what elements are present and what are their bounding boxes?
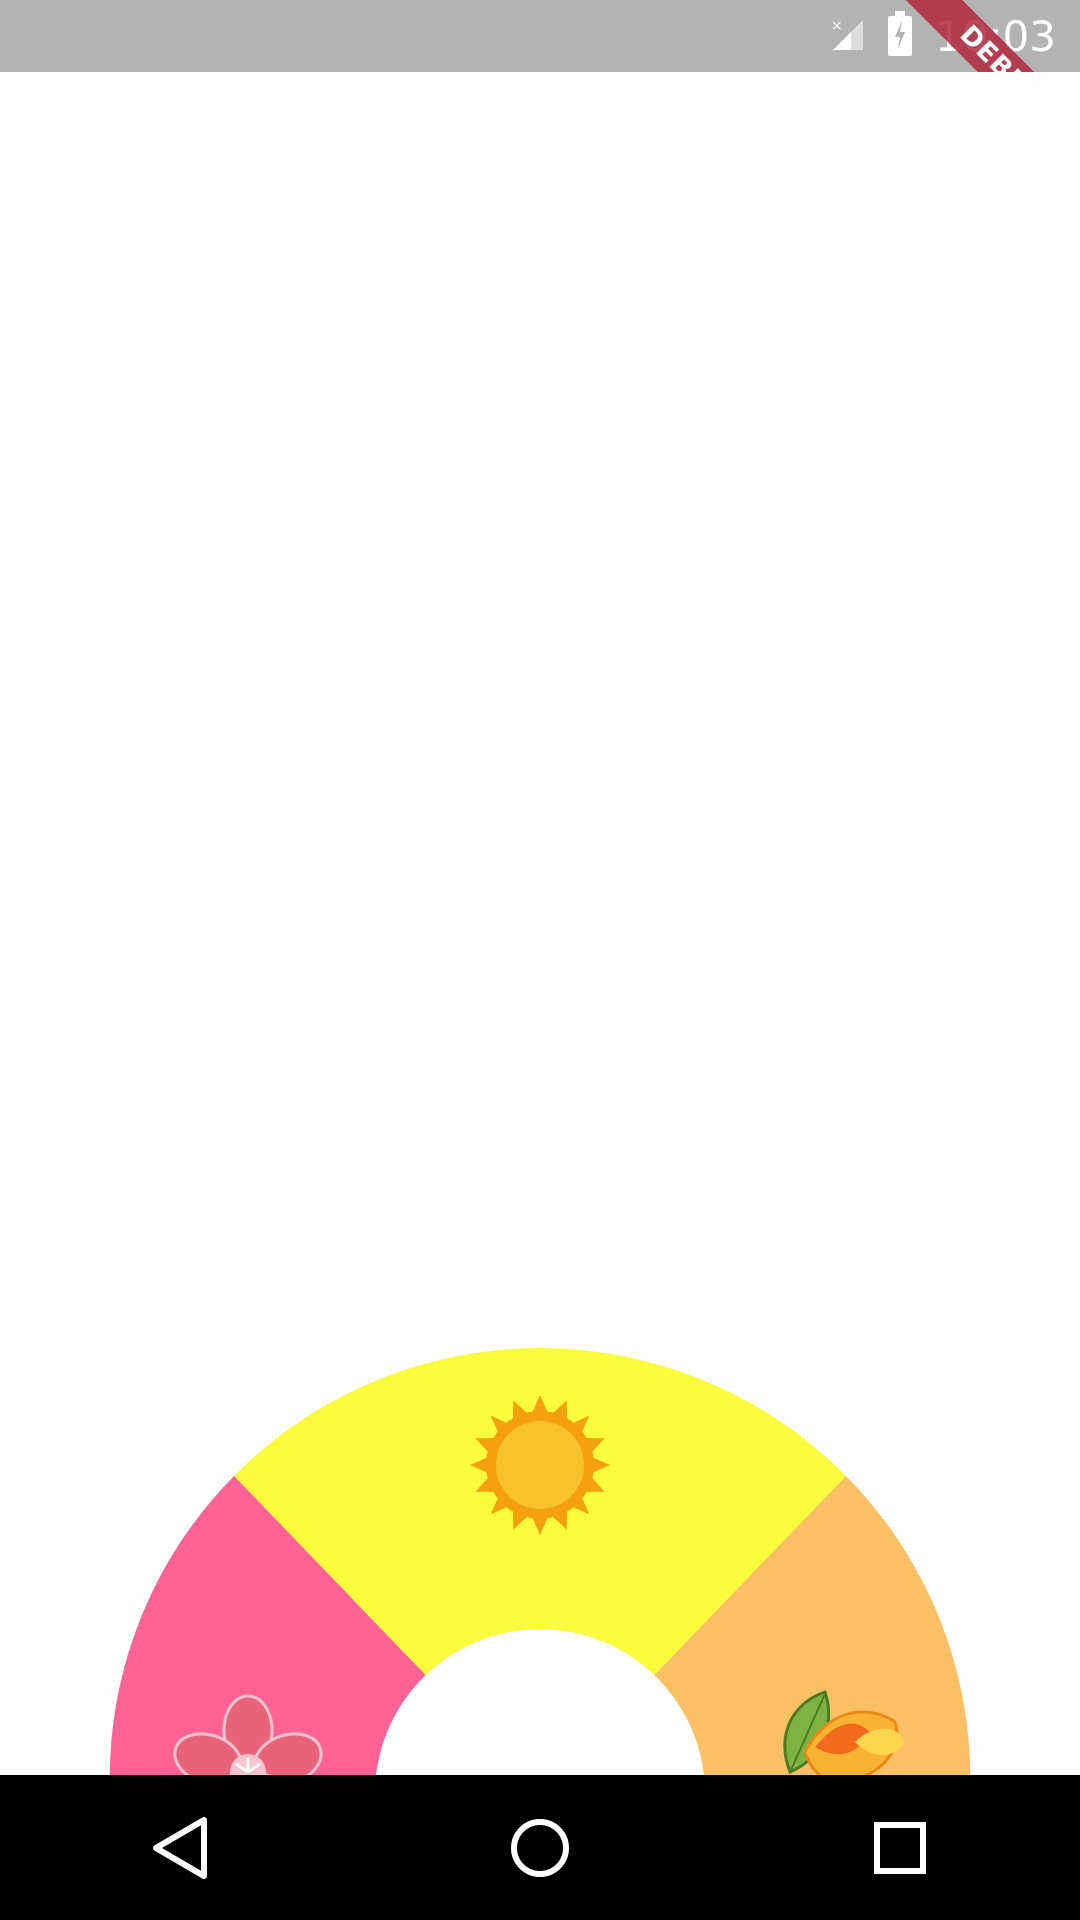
signal-off-icon: × [829, 16, 865, 56]
svg-text:×: × [831, 18, 843, 34]
battery-charging-icon [887, 11, 913, 61]
navigation-bar [0, 1775, 1080, 1920]
back-icon [153, 1816, 207, 1879]
sun-icon [470, 1395, 610, 1535]
back-button[interactable] [100, 1788, 260, 1908]
home-icon [511, 1818, 569, 1877]
status-bar: × 10:03 [0, 0, 1080, 72]
status-clock: 10:03 [934, 11, 1056, 61]
recents-icon [874, 1821, 926, 1874]
status-icons: × 10:03 [829, 8, 1056, 64]
recents-button[interactable] [820, 1788, 980, 1908]
season-wheel[interactable] [0, 72, 1080, 1775]
main-content [0, 72, 1080, 1775]
home-button[interactable] [460, 1788, 620, 1908]
app-screen: × 10:03 DEBUG [0, 0, 1080, 1920]
